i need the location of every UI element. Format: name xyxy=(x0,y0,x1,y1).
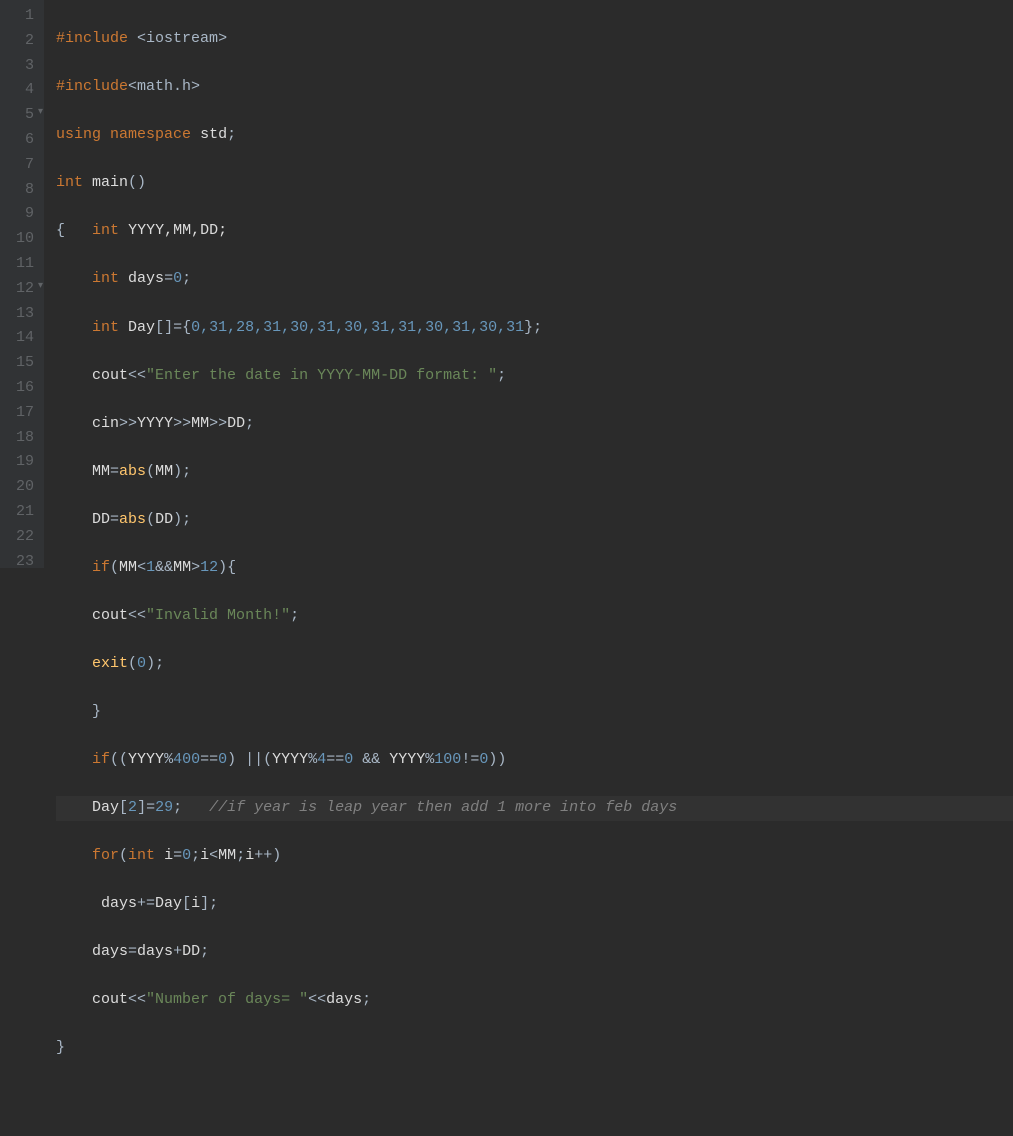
code-line[interactable]: if(MM<1&&MM>12){ xyxy=(56,556,1013,581)
line-number: 2 xyxy=(8,29,34,54)
line-number: 22 xyxy=(8,525,34,550)
code-line[interactable]: if((YYYY%400==0) ||(YYYY%4==0 && YYYY%10… xyxy=(56,748,1013,773)
line-number: 18 xyxy=(8,426,34,451)
code-line[interactable]: } xyxy=(56,1036,1013,1061)
code-area[interactable]: #include <iostream> #include<math.h> usi… xyxy=(44,0,1013,568)
code-line[interactable]: int main() xyxy=(56,171,1013,196)
code-line[interactable]: } xyxy=(56,700,1013,725)
code-line-highlighted[interactable]: Day[2]=29; //if year is leap year then a… xyxy=(56,796,1013,821)
line-number: 20 xyxy=(8,475,34,500)
code-line[interactable]: DD=abs(DD); xyxy=(56,508,1013,533)
code-line[interactable]: exit(0); xyxy=(56,652,1013,677)
line-number: 23 xyxy=(8,550,34,575)
code-line[interactable]: for(int i=0;i<MM;i++) xyxy=(56,844,1013,869)
line-number: 4 xyxy=(8,78,34,103)
code-line[interactable]: cout<<"Enter the date in YYYY-MM-DD form… xyxy=(56,364,1013,389)
code-line[interactable]: cout<<"Invalid Month!"; xyxy=(56,604,1013,629)
code-line[interactable]: #include<math.h> xyxy=(56,75,1013,100)
line-number: 16 xyxy=(8,376,34,401)
line-number: 17 xyxy=(8,401,34,426)
line-number[interactable]: 12 xyxy=(8,277,34,302)
line-number: 21 xyxy=(8,500,34,525)
code-editor[interactable]: 1 2 3 4 5 6 7 8 9 10 11 12 13 14 15 16 1… xyxy=(0,0,1013,568)
code-line[interactable]: using namespace std; xyxy=(56,123,1013,148)
code-line[interactable]: days+=Day[i]; xyxy=(56,892,1013,917)
line-number: 3 xyxy=(8,54,34,79)
code-line[interactable]: MM=abs(MM); xyxy=(56,460,1013,485)
code-line[interactable]: #include <iostream> xyxy=(56,27,1013,52)
line-number: 9 xyxy=(8,202,34,227)
code-line[interactable]: { int YYYY,MM,DD; xyxy=(56,219,1013,244)
line-number: 14 xyxy=(8,326,34,351)
line-number: 11 xyxy=(8,252,34,277)
line-number: 1 xyxy=(8,4,34,29)
code-line[interactable]: int Day[]={0,31,28,31,30,31,30,31,31,30,… xyxy=(56,316,1013,341)
line-number[interactable]: 5 xyxy=(8,103,34,128)
code-line[interactable]: int days=0; xyxy=(56,267,1013,292)
code-line[interactable]: days=days+DD; xyxy=(56,940,1013,965)
code-line[interactable]: cout<<"Number of days= "<<days; xyxy=(56,988,1013,1013)
line-number: 6 xyxy=(8,128,34,153)
line-number: 10 xyxy=(8,227,34,252)
line-number: 13 xyxy=(8,302,34,327)
line-number: 8 xyxy=(8,178,34,203)
line-number: 7 xyxy=(8,153,34,178)
code-line[interactable] xyxy=(56,1084,1013,1109)
line-number: 19 xyxy=(8,450,34,475)
code-line[interactable]: cin>>YYYY>>MM>>DD; xyxy=(56,412,1013,437)
line-number-gutter: 1 2 3 4 5 6 7 8 9 10 11 12 13 14 15 16 1… xyxy=(0,0,44,568)
line-number: 15 xyxy=(8,351,34,376)
